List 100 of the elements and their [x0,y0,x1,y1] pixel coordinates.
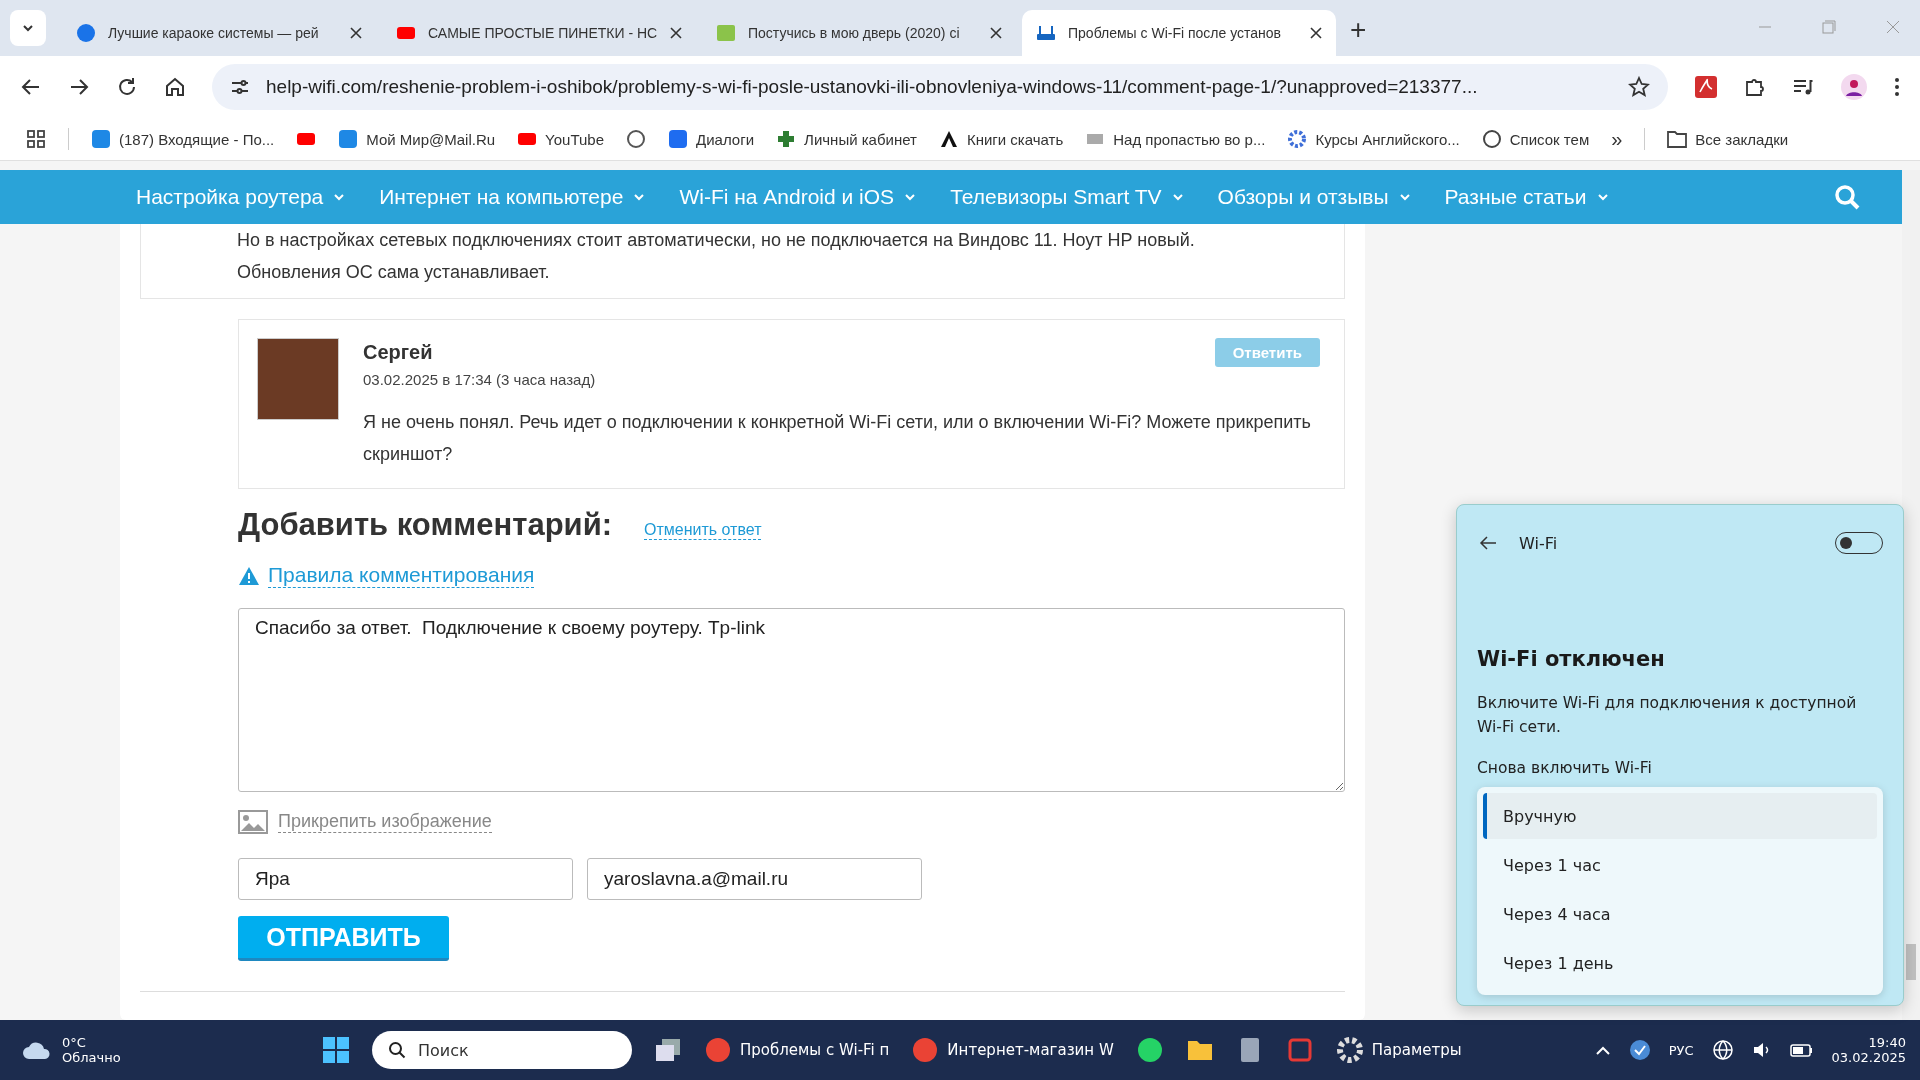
dropdown-option[interactable]: Через 1 час [1483,842,1877,888]
panel-description: Включите Wi-Fi для подключения к доступной Wi-Fi сети. [1477,693,1858,738]
menu-dots-icon[interactable] [1894,76,1900,98]
home-icon[interactable] [164,76,186,98]
close-icon[interactable] [350,27,362,39]
chevron-down-icon [1596,193,1609,201]
apps-grid-icon[interactable] [26,129,46,149]
image-icon[interactable] [238,810,268,834]
taskbar-app[interactable]: Интернет-магазин W [911,1036,1114,1064]
address-bar[interactable]: help-wifi.com/reshenie-problem-i-oshibok/problemy-s-wi-fi-posle-ustanovki-ili-obnovleniya-windows-11/comment-page-1/?unapproved=213377... [212,64,1668,110]
bookmark-icon [938,129,959,149]
new-tab-button[interactable]: + [1350,14,1367,46]
all-bookmarks-button[interactable]: Все закладки [1667,130,1789,148]
panel-title: Wi-Fi [1519,533,1559,553]
language-indicator[interactable]: РУС [1668,1042,1694,1058]
site-icon [76,23,96,43]
dropdown-option[interactable]: Через 4 часа [1483,891,1877,937]
bookmark-label: Книги скачать [966,130,1064,148]
profile-avatar-icon[interactable] [1840,73,1868,101]
bookmark-label: Над пропастью во р... [1113,130,1266,148]
bookmark-icon [668,129,689,149]
email-input[interactable]: yaroslavna.a@mail.ru [587,858,922,900]
bookmark-icon [1481,129,1502,149]
back-arrow-icon[interactable] [1479,535,1497,551]
browser-tab[interactable]: Постучись в мою дверь (2020) сі [702,10,1016,56]
bookmark-icon [338,129,359,149]
bookmark-label: Мой Мир@Mail.Ru [366,130,496,148]
folder-icon [1667,130,1688,148]
reload-icon[interactable] [116,76,138,98]
bookmark[interactable]: Диалоги [668,129,755,149]
scrollbar-thumb[interactable] [1906,944,1916,980]
field-label: Снова включить Wi-Fi [1477,759,1653,777]
bookmark-label: Личный кабинет [804,130,917,148]
chevron-down-icon [904,193,917,201]
comment-textarea[interactable]: Спасибо за ответ. Подключение к своему роутеру. Tp-link [238,608,1345,792]
scrollbar[interactable] [1902,170,1920,1020]
battery-icon[interactable] [1789,1041,1814,1059]
app-icon [1135,1036,1164,1064]
star-icon[interactable] [1628,76,1650,98]
taskbar-app[interactable]: Параметры [1335,1036,1462,1064]
browser-tab[interactable]: Лучшие караоке системы — рей [62,10,376,56]
check-circle-icon[interactable] [1628,1039,1651,1061]
bookmark-label: Диалоги [696,130,755,148]
browser-tab[interactable]: САМЫЕ ПРОСТЫЕ ПИНЕТКИ - НС [382,10,696,56]
comment-date: 03.02.2025 в 17:34 (3 часа назад) [363,371,597,388]
comment-text: Я не очень понял. Речь идет о подключении к конкретной Wi-Fi сети, или о включении Wi-Fi? Можете прикрепить скриншот? [363,411,1312,466]
attach-image-link[interactable]: Прикрепить изображение [278,811,492,833]
taskbar-app[interactable] [1135,1036,1164,1064]
windows-start-icon[interactable] [322,1036,350,1064]
bookmark-label: Список тем [1509,130,1590,148]
taskbar-clock[interactable]: 19:40 03.02.2025 [1831,1035,1906,1065]
tab-title: Лучшие караоке системы — рей [108,25,320,41]
bookmark[interactable]: Курсы Английского... [1287,129,1460,149]
form-heading: Добавить комментарий: [238,507,612,543]
globe-icon[interactable] [1711,1039,1734,1061]
site-icon [716,23,736,43]
temperature-text: 0°C [62,1035,87,1050]
browser-tab[interactable]: Проблемы с Wi-Fi после установ [1022,10,1336,56]
bookmark[interactable] [626,129,647,149]
bookmark[interactable]: Список тем [1481,129,1590,149]
bookmark[interactable]: YouTube [517,129,605,149]
weather-condition: Облачно [62,1050,121,1065]
taskbar-app[interactable]: Проблемы с Wi-Fi п [704,1036,890,1064]
bookmark[interactable]: Книги скачать [938,129,1064,149]
bookmark-label: Курсы Английского... [1315,130,1460,148]
bookmark-label: (187) Входящие - По... [119,130,275,148]
tab-title: САМЫЕ ПРОСТЫЕ ПИНЕТКИ - НС [428,25,658,41]
app-icon [704,1036,732,1064]
dropdown-option[interactable]: Через 1 день [1483,940,1877,986]
taskbar-search-field[interactable]: Поиск [372,1031,632,1069]
bookmark-icon [626,129,647,149]
chevron-down-icon [333,193,346,201]
close-icon[interactable] [990,27,1002,39]
bookmark[interactable]: Личный кабинет [776,129,917,149]
chevron-down-icon [1398,193,1411,201]
bookmark[interactable]: Над пропастью во р... [1085,129,1266,149]
bookmark-icon [91,129,111,149]
site-icon [1036,23,1056,43]
tab-title: Постучись в мою дверь (2020) сі [748,25,961,41]
bookmark[interactable]: (187) Входящие - По... [91,129,275,149]
chevron-up-icon[interactable] [1594,1044,1611,1056]
close-icon[interactable] [670,27,682,39]
bookmark-icon [1287,129,1308,149]
close-icon[interactable] [1310,27,1322,39]
url-text: help-wifi.com/reshenie-problem-i-oshibok/problemy-s-wi-fi-posle-ustanovki-ili-obnovleniya-windows-11/comment-page-1/?unapproved=213377... [266,76,1479,98]
bookmark-label: YouTube [545,130,605,148]
search-icon[interactable] [1832,183,1861,211]
panel-heading: Wi-Fi отключен [1477,647,1666,671]
search-icon [388,1041,406,1059]
app-icon [1335,1036,1364,1064]
task-view-icon[interactable] [654,1037,682,1063]
comment-author: Сергей [363,341,433,364]
warning-icon [238,565,260,586]
site-settings-icon[interactable] [230,77,250,97]
bookmark[interactable]: Мой Мир@Mail.Ru [338,129,496,149]
puzzle-icon[interactable] [1744,76,1766,98]
pdf-icon[interactable] [1694,75,1718,99]
dropdown-option[interactable]: Вручную [1483,793,1877,839]
more-bookmarks-button[interactable]: » [1611,127,1623,151]
name-input[interactable]: Яра [238,858,573,900]
